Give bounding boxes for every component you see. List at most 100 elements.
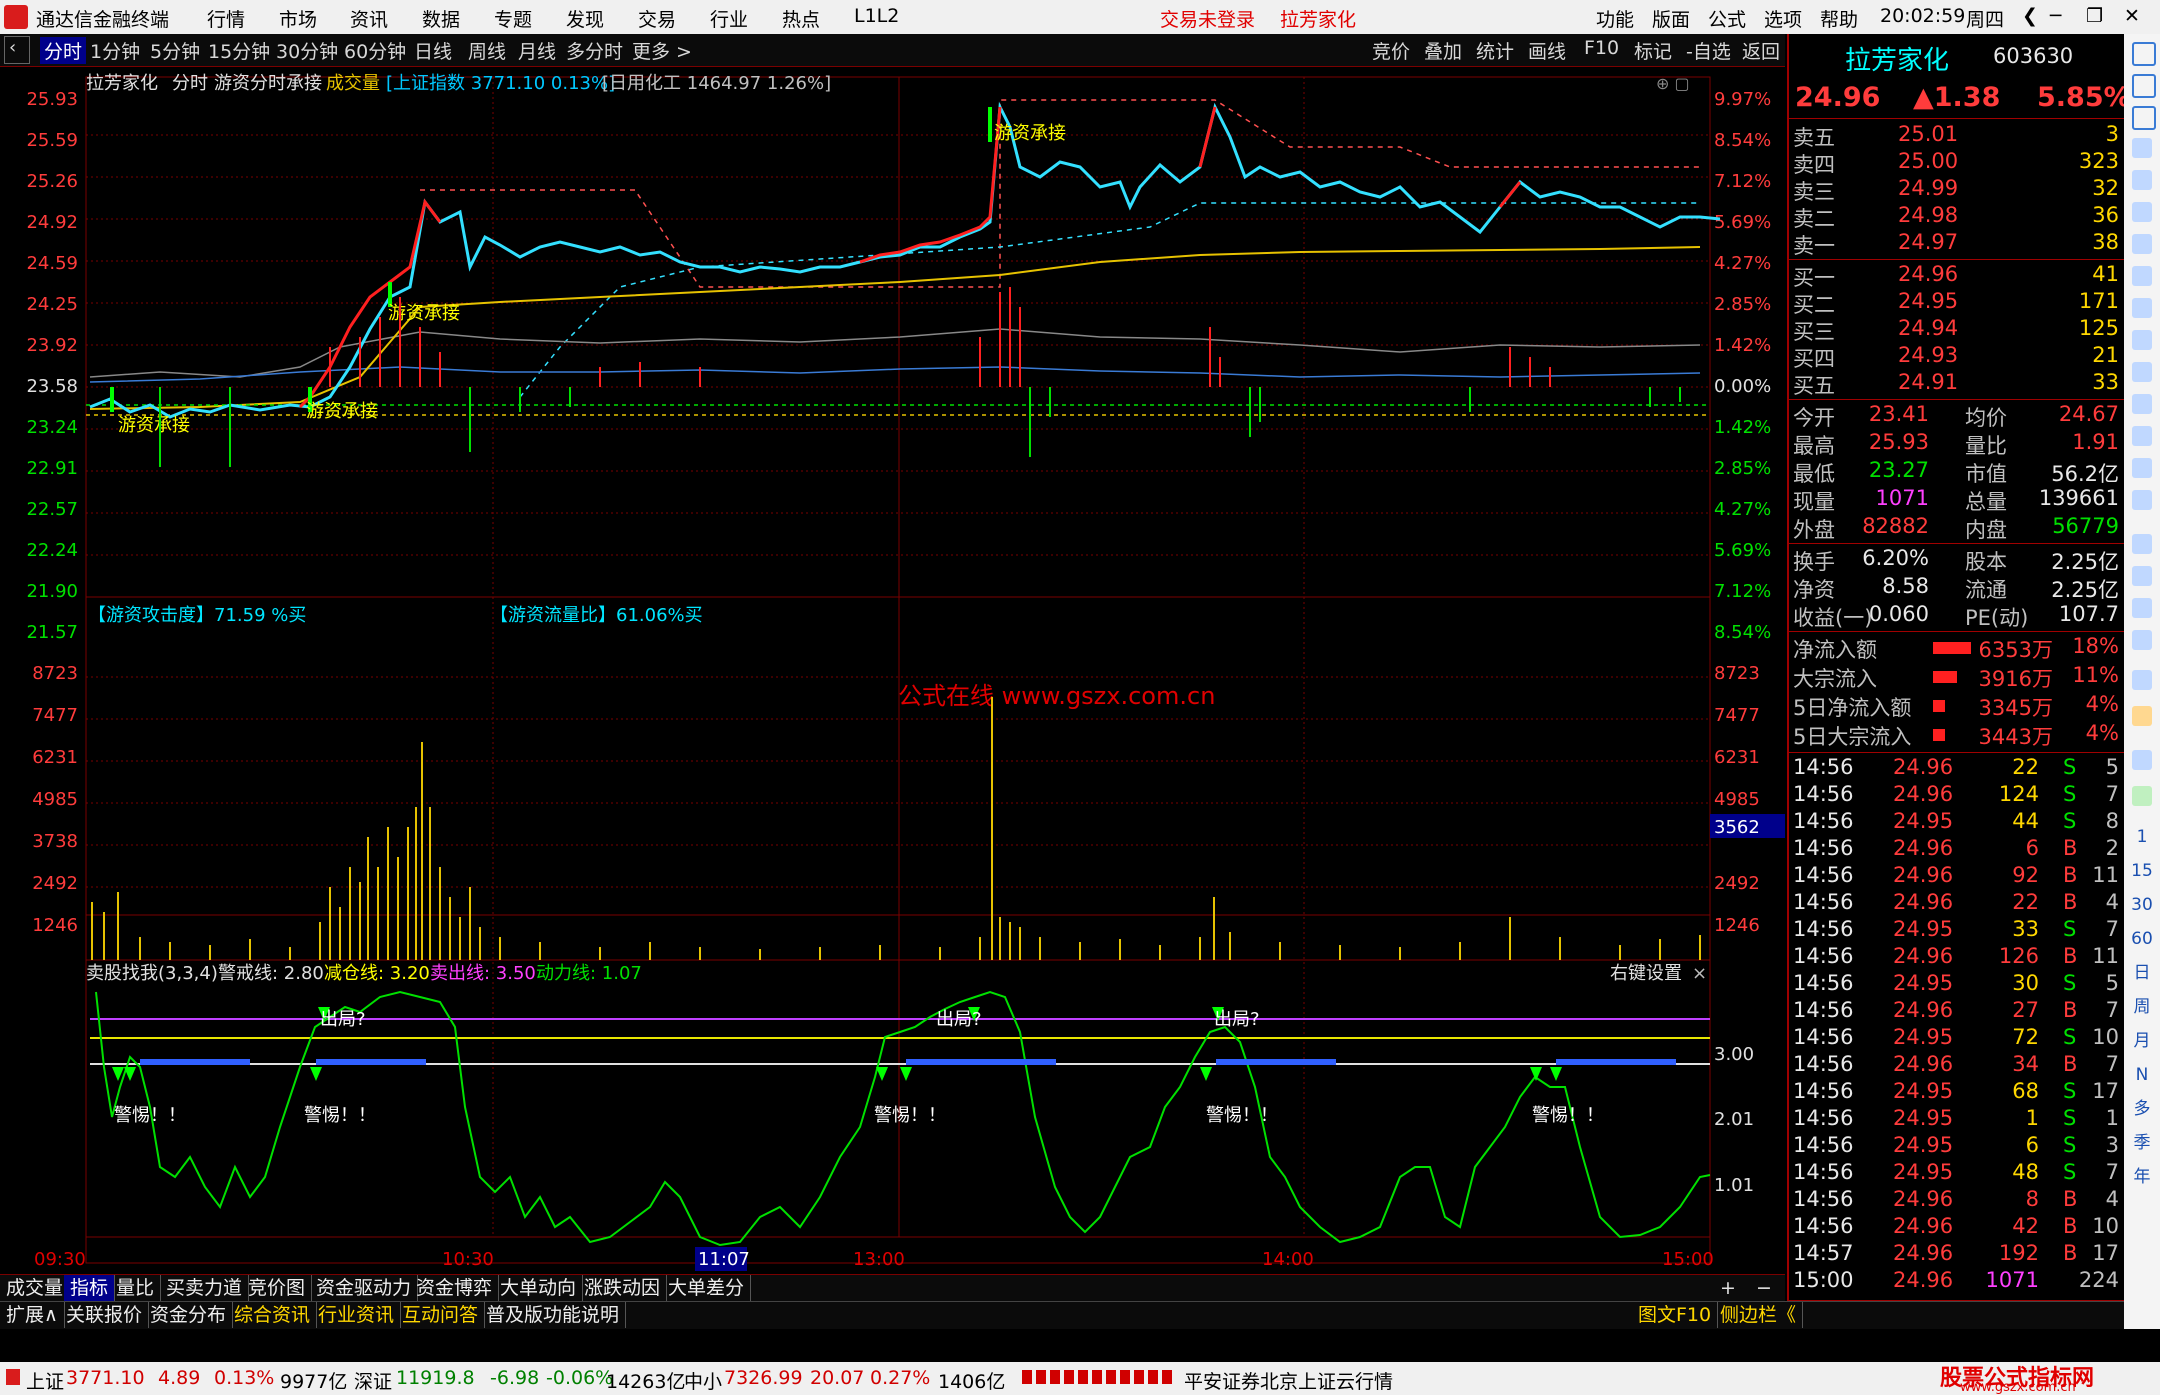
sidebar-percent-icon[interactable] [2132, 670, 2152, 690]
tab-sidebar[interactable]: 侧边栏《 [1714, 1302, 1804, 1328]
tool-draw[interactable]: 画线 [1528, 37, 1566, 64]
bid-row[interactable]: 买二 24.95 171 [1793, 289, 2119, 317]
sidebar-refresh-icon[interactable] [2132, 786, 2152, 806]
ask-row[interactable]: 卖五 25.01 3 [1793, 122, 2119, 150]
tab-60min[interactable]: 60分钟 [344, 37, 406, 64]
bid-row[interactable]: 买五 24.91 33 [1793, 370, 2119, 398]
sidebar-list-icon[interactable] [2132, 170, 2152, 190]
tab-ddcf[interactable]: 大单差分 [662, 1275, 752, 1301]
tab-jjt[interactable]: 竞价图 [242, 1275, 313, 1301]
sidebar-fs-icon[interactable] [2132, 750, 2152, 770]
bid-row[interactable]: 买四 24.93 21 [1793, 343, 2119, 371]
tool-back[interactable]: 返回 [1742, 37, 1780, 64]
sidebar-kline-icon[interactable] [2132, 234, 2152, 254]
tab-industry-news[interactable]: 行业资讯 [312, 1302, 402, 1328]
menu-item[interactable]: 帮助 [1820, 5, 1858, 32]
close-icon[interactable]: ✕ [2124, 5, 2140, 27]
ask-row[interactable]: 卖二 24.98 36 [1793, 203, 2119, 231]
tab-more[interactable]: 更多 > [632, 37, 692, 64]
sidebar-line-icon[interactable] [2132, 534, 2152, 554]
sidebar-pen-icon[interactable] [2132, 706, 2152, 726]
bid-row[interactable]: 买三 24.94 125 [1793, 316, 2119, 344]
tab-help[interactable]: 普及版功能说明 [480, 1302, 627, 1328]
tool-f10[interactable]: F10 [1584, 37, 1619, 59]
zx-label[interactable]: 中小 [684, 1367, 722, 1394]
tool-stats[interactable]: 统计 [1476, 37, 1514, 64]
menu-item[interactable]: 热点 [782, 5, 820, 32]
sidebar-info-icon[interactable] [2132, 394, 2152, 414]
tab-zddy[interactable]: 涨跌动因 [578, 1275, 668, 1301]
menu-item[interactable]: L1L2 [854, 5, 899, 27]
ind-settings[interactable]: 右键设置 [1610, 963, 1682, 984]
menu-item[interactable]: 专题 [494, 5, 532, 32]
tab-mmld[interactable]: 买卖力道 [160, 1275, 250, 1301]
tab-monthly[interactable]: 月线 [518, 37, 556, 64]
chart-settings-icon[interactable]: ⊕ ▢ [1656, 74, 1690, 93]
intraday-chart[interactable]: 拉芳家化 分时 游资分时承接 成交量 [上证指数 3771.10 0.13%] … [0, 67, 1785, 1273]
sidebar-f2-icon[interactable] [2132, 426, 2152, 446]
menu-item[interactable]: 选项 [1764, 5, 1802, 32]
sidebar-data-icon[interactable] [2132, 458, 2152, 478]
sidebar-news-icon[interactable] [2132, 266, 2152, 286]
sidebar-up-icon[interactable] [2132, 74, 2156, 98]
menu-item[interactable]: 交易 [638, 5, 676, 32]
tab-fund-dist[interactable]: 资金分布 [144, 1302, 234, 1328]
minimize-icon[interactable]: ─ [2050, 5, 2061, 27]
sidebar-candle-icon[interactable] [2132, 630, 2152, 650]
ask-row[interactable]: 卖一 24.97 38 [1793, 230, 2119, 258]
tab-indicator[interactable]: 指标 [64, 1275, 116, 1301]
sh-label[interactable]: 上证 [26, 1367, 64, 1394]
tab-1min[interactable]: 1分钟 [90, 37, 140, 64]
tab-f10[interactable]: 图文F10 [1632, 1302, 1719, 1328]
tab-liangbi[interactable]: 量比 [110, 1275, 162, 1301]
tab-5min[interactable]: 5分钟 [150, 37, 200, 64]
menu-item[interactable]: 版面 [1652, 5, 1690, 32]
tab-related[interactable]: 关联报价 [60, 1302, 150, 1328]
tab-zjqdl[interactable]: 资金驱动力 [310, 1275, 419, 1301]
menu-item[interactable]: 行业 [710, 5, 748, 32]
menu-item[interactable]: 发现 [566, 5, 604, 32]
tool-auction[interactable]: 竞价 [1372, 37, 1410, 64]
sidebar-trend-icon[interactable] [2132, 202, 2152, 222]
sidebar-fin-icon[interactable] [2132, 298, 2152, 318]
tool-mark[interactable]: 标记 [1634, 37, 1672, 64]
sidebar-doc-icon[interactable] [2132, 330, 2152, 350]
menu-item[interactable]: 数据 [422, 5, 460, 32]
login-status[interactable]: 交易未登录 [1160, 5, 1255, 32]
zoom-in-icon[interactable]: + [1720, 1277, 1736, 1299]
sidebar-bar-icon[interactable] [2132, 598, 2152, 618]
tab-15min[interactable]: 15分钟 [208, 37, 270, 64]
tab-dddx[interactable]: 大单动向 [494, 1275, 584, 1301]
menu-item[interactable]: 公式 [1708, 5, 1746, 32]
sz-label[interactable]: 深证 [354, 1367, 392, 1394]
back-icon[interactable]: ❮ [2022, 5, 2038, 27]
tab-daily[interactable]: 日线 [414, 37, 452, 64]
tab-multi[interactable]: 多分时 [566, 37, 623, 64]
bid-row[interactable]: 买一 24.96 41 [1793, 262, 2119, 290]
tab-fenshi[interactable]: 分时 [40, 37, 87, 64]
menu-item[interactable]: 资讯 [350, 5, 388, 32]
tool-unfavorite[interactable]: -自选 [1686, 37, 1731, 64]
tab-volume[interactable]: 成交量 [0, 1275, 71, 1301]
tab-zjby[interactable]: 资金博弈 [410, 1275, 500, 1301]
tool-overlay[interactable]: 叠加 [1424, 37, 1462, 64]
ind-close-icon[interactable]: × [1692, 963, 1707, 984]
ask-row[interactable]: 卖三 24.99 32 [1793, 176, 2119, 204]
sidebar-chart-icon[interactable] [2132, 138, 2152, 158]
sidebar-area-icon[interactable] [2132, 566, 2152, 586]
tab-news[interactable]: 综合资讯 [228, 1302, 318, 1328]
toggle-icon[interactable]: ‹ [4, 36, 30, 64]
sidebar-circle-icon[interactable] [2132, 490, 2152, 510]
sidebar-down-icon[interactable] [2132, 106, 2156, 130]
menu-item[interactable]: 功能 [1596, 5, 1634, 32]
tab-qa[interactable]: 互动问答 [396, 1302, 486, 1328]
ask-row[interactable]: 卖四 25.00 323 [1793, 149, 2119, 177]
sidebar-f10-icon[interactable] [2132, 362, 2152, 382]
sidebar-periods[interactable]: 1 15 30 60 日周 月N多 季年 [2124, 820, 2160, 1194]
tab-weekly[interactable]: 周线 [468, 37, 506, 64]
menu-item[interactable]: 行情 [207, 5, 245, 32]
zoom-out-icon[interactable]: − [1756, 1277, 1772, 1299]
tab-30min[interactable]: 30分钟 [276, 37, 338, 64]
tab-expand[interactable]: 扩展∧ [0, 1302, 65, 1328]
restore-icon[interactable]: ❐ [2086, 5, 2103, 27]
